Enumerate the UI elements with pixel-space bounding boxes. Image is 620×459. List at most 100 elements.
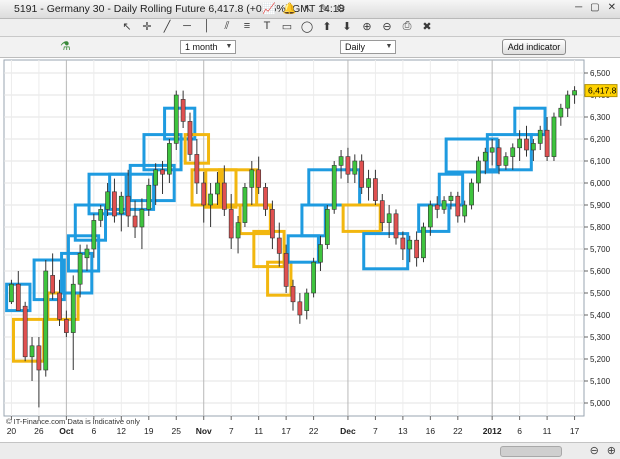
candle-up [173,94,179,144]
candle-up [338,156,344,166]
period-select[interactable]: 1 month ▼ [180,40,236,54]
minimize-button[interactable]: ─ [575,2,582,13]
candle-down [414,239,419,259]
candle-down [496,147,502,166]
candle-down [276,237,282,254]
x-tick-label: 26 [34,426,44,436]
candle-down [160,169,165,175]
candle-up [441,200,447,210]
plot-area [3,59,585,417]
candle-up [352,160,358,175]
vertical-line-icon[interactable]: │ [200,20,214,33]
x-tick-label: 22 [453,426,463,436]
candle-up [448,195,454,201]
candle-up [510,147,516,157]
y-tick-label: 6,000 [590,179,611,188]
y-tick-label: 6,200 [590,135,611,144]
pointer-icon[interactable]: ↖ [120,20,134,33]
candle-up [331,165,337,210]
horizontal-scrollbar[interactable]: ⊖ ⊕ [0,442,620,459]
add-indicator-button[interactable]: Add indicator [502,39,566,55]
draw-icon[interactable]: ✎ [320,2,329,15]
candle-down [36,345,42,371]
candle-up [427,204,433,228]
ellipse-icon[interactable]: ◯ [300,20,314,33]
x-tick-label: 25 [172,426,182,436]
arrow-up-icon[interactable]: ⬆ [320,20,334,33]
interval-select-value: Daily [345,42,366,52]
cursor-icon[interactable]: ↖ [303,2,312,15]
trendline-icon[interactable]: ╱ [160,20,174,33]
candle-up [146,184,152,210]
candle-up [167,143,172,175]
candle-up [476,160,481,184]
candle-down [263,187,268,210]
candle-up [503,156,509,166]
candle-up [537,129,543,144]
candle-down [132,215,138,228]
candle-up [139,209,145,228]
candle-down [544,129,550,157]
candle-down [221,182,227,210]
y-tick-label: 5,400 [590,311,611,320]
indicator-wand-icon[interactable]: ⚗ [60,39,71,53]
x-tick-label: 13 [398,426,408,436]
candle-up [84,248,90,259]
bell-icon[interactable]: 🔔 [283,2,297,15]
candle-up [489,147,495,153]
zoom-in-icon[interactable]: ⊕ [360,20,374,33]
candle-up [324,209,330,245]
channel-icon[interactable]: ⫽ [220,20,234,33]
title-toolbar: 📈 🔔 ↖ ✎ ⚙ [262,2,346,15]
x-tick-label: 12 [117,426,127,436]
candle-down [22,305,28,358]
horizontal-line-icon[interactable]: ─ [180,20,194,33]
candle-down [297,301,303,316]
drawing-toolbar: ↖ ✛ ╱ ─ │ ⫽ ≡ T ▭ ◯ ⬆ ⬇ ⊕ ⊖ ⎙ ✖ [0,19,620,37]
candle-up [215,182,220,195]
candle-up [462,204,468,217]
price-chart[interactable]: 6,5006,4006,3006,2006,1006,0005,9005,800… [0,58,620,442]
zoom-in-icon[interactable]: ⊕ [607,444,616,457]
maximize-button[interactable]: ▢ [590,2,599,13]
x-tick-label: 17 [281,426,291,436]
candle-down [50,275,55,294]
y-tick-label: 5,600 [590,267,611,276]
x-tick-label: 7 [373,426,378,436]
candle-down [270,209,275,239]
fibonacci-icon[interactable]: ≡ [240,20,254,33]
close-button[interactable]: ✕ [608,2,616,13]
scrollbar-thumb[interactable] [500,446,562,457]
candle-up [304,292,310,311]
zoom-out-icon[interactable]: ⊖ [380,20,394,33]
candle-down [256,169,262,188]
interval-select[interactable]: Daily ▼ [340,40,396,54]
candle-down [455,195,461,217]
candle-up [98,209,104,221]
candle-up [43,270,49,371]
candle-up [153,169,159,186]
rectangle-icon[interactable]: ▭ [280,20,294,33]
y-tick-label: 5,900 [590,201,611,210]
zoom-out-icon[interactable]: ⊖ [590,444,599,457]
candle-down [359,160,365,188]
x-tick-label: 19 [144,426,154,436]
x-tick-label: 2012 [483,426,502,436]
text-icon[interactable]: T [260,20,274,33]
chevron-down-icon: ▼ [225,43,233,50]
arrow-down-icon[interactable]: ⬇ [340,20,354,33]
candle-down [187,121,193,155]
y-tick-label: 5,000 [590,399,611,408]
chevron-down-icon: ▼ [385,43,393,50]
candle-down [57,292,62,320]
x-tick-label: Oct [59,426,73,436]
chart-type-icon[interactable]: 📈 [262,2,276,15]
delete-icon[interactable]: ✖ [420,20,434,33]
print-icon[interactable]: ⎙ [400,20,414,33]
x-tick-label: 16 [426,426,436,436]
x-tick-label: 20 [7,426,17,436]
y-axis: 6,5006,4006,3006,2006,1006,0005,9005,800… [584,69,611,408]
settings-icon[interactable]: ⚙ [336,2,346,15]
window-controls: ─ ▢ ✕ [575,2,616,13]
crosshair-icon[interactable]: ✛ [140,20,154,33]
